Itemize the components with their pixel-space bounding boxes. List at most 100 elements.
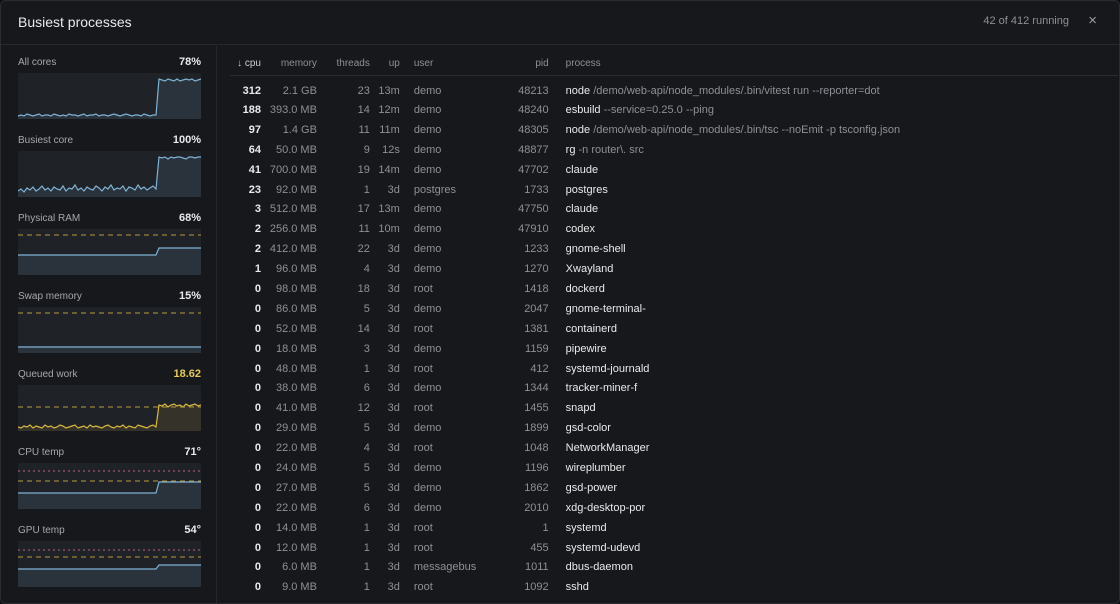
column-header-user[interactable]: user	[400, 58, 493, 75]
table-row[interactable]: 0 24.0 MB 5 3d demo 1196 wireplumber	[230, 458, 1118, 478]
close-icon[interactable]: ×	[1088, 13, 1097, 29]
metrics-sidebar: All cores 78% Busiest core 100% Physical RAM…	[1, 46, 217, 603]
column-header-up[interactable]: up	[370, 58, 400, 75]
table-row[interactable]: 1 96.0 MB 4 3d demo 1270 Xwayland	[230, 259, 1118, 279]
process-name: Xwayland	[565, 263, 614, 276]
table-row[interactable]: 0 29.0 MB 5 3d demo 1899 gsd-color	[230, 418, 1118, 438]
cell-threads: 14	[357, 322, 370, 335]
cell-up: 10m	[378, 223, 400, 236]
cell-threads: 5	[363, 461, 370, 474]
cell-threads: 11	[358, 223, 370, 236]
metric-value: 78%	[178, 56, 201, 68]
cell-pid: 48305	[518, 123, 549, 136]
cell-user: root	[413, 322, 433, 335]
cell-up: 3d	[387, 282, 400, 295]
table-row[interactable]: 41 700.0 MB 19 14m demo 47702 claude	[230, 160, 1118, 180]
cell-cpu: 0	[254, 561, 261, 574]
table-row[interactable]: 0 6.0 MB 1 3d messagebus 1011 dbus-daemon	[230, 557, 1118, 577]
process-name: rg	[565, 143, 576, 156]
cell-pid: 1418	[524, 282, 549, 295]
cell-process: node /demo/web-api/node_modules/.bin/vit…	[549, 75, 1118, 100]
cell-user: messagebus	[413, 561, 477, 574]
cell-threads: 12	[357, 402, 370, 415]
sparkline-chart	[18, 549, 201, 587]
cell-pid: 1196	[525, 461, 549, 474]
metric-label: Queued work	[18, 369, 78, 380]
cell-memory: 6.0 MB	[282, 561, 317, 574]
table-row[interactable]: 97 1.4 GB 11 11m demo 48305 node /demo/web-api…	[230, 120, 1118, 140]
cell-process: dbus-daemon	[549, 557, 1118, 577]
cell-memory: 256.0 MB	[269, 223, 317, 236]
column-header-memory[interactable]: memory	[261, 58, 317, 75]
table-row[interactable]: 2 412.0 MB 22 3d demo 1233 gnome-shell	[230, 239, 1118, 259]
cell-up: 14m	[378, 163, 400, 176]
cell-cpu: 0	[254, 302, 261, 315]
sparkline-chart	[18, 156, 201, 197]
cell-up: 3d	[387, 302, 400, 315]
sparkline-area	[18, 248, 201, 275]
table-row[interactable]: 0 18.0 MB 3 3d demo 1159 pipewire	[230, 339, 1118, 359]
cell-process: sshd	[549, 577, 1118, 597]
cell-memory: 48.0 MB	[275, 362, 317, 375]
cell-memory: 393.0 MB	[269, 103, 317, 116]
table-row[interactable]: 0 48.0 MB 1 3d root 412 systemd-journald	[230, 359, 1118, 379]
table-row[interactable]: 0 22.0 MB 6 3d demo 2010 xdg-desktop-por	[230, 498, 1118, 518]
table-row[interactable]: 312 2.1 GB 23 13m demo 48213 node /demo/web-ap…	[230, 75, 1118, 100]
cell-user: root	[413, 362, 433, 375]
table-row[interactable]: 188 393.0 MB 14 12m demo 48240 esbuild --servi…	[230, 100, 1118, 120]
cell-up: 3d	[387, 581, 400, 594]
table-row[interactable]: 0 52.0 MB 14 3d root 1381 containerd	[230, 319, 1118, 339]
cell-memory: 24.0 MB	[275, 461, 317, 474]
cell-up: 12m	[378, 103, 400, 116]
metric-value: 71°	[184, 446, 201, 458]
cell-process: xdg-desktop-por	[549, 498, 1118, 518]
process-name: wireplumber	[565, 461, 626, 474]
table-row[interactable]: 0 98.0 MB 18 3d root 1418 dockerd	[230, 279, 1118, 299]
process-name: dbus-daemon	[565, 561, 633, 574]
table-row[interactable]: 0 38.0 MB 6 3d demo 1344 tracker-miner-f	[230, 378, 1118, 398]
metric-sparkline	[18, 541, 201, 587]
table-row[interactable]: 2 256.0 MB 11 10m demo 47910 codex	[230, 219, 1118, 239]
column-header-process[interactable]: process	[549, 58, 1118, 75]
sparkline-area	[18, 404, 201, 431]
cell-threads: 17	[357, 203, 370, 216]
cell-pid: 1862	[524, 481, 549, 494]
process-name: esbuild	[565, 103, 601, 116]
table-row[interactable]: 0 41.0 MB 12 3d root 1455 snapd	[230, 398, 1118, 418]
cell-user: root	[413, 581, 433, 594]
process-name: claude	[565, 203, 599, 216]
cell-up: 3d	[387, 382, 400, 395]
column-header-threads[interactable]: threads	[317, 58, 370, 75]
cell-threads: 5	[363, 481, 370, 494]
cell-cpu: 41	[248, 163, 261, 176]
cell-user: demo	[413, 302, 442, 315]
cell-pid: 47750	[518, 203, 549, 216]
table-row[interactable]: 64 50.0 MB 9 12s demo 48877 rg -n router\. src	[230, 140, 1118, 160]
column-header-pid[interactable]: pid	[493, 58, 548, 75]
process-name: gsd-power	[565, 481, 618, 494]
table-row[interactable]: 0 14.0 MB 1 3d root 1 systemd	[230, 518, 1118, 538]
column-header-cpu[interactable]: ↓ cpu	[230, 58, 261, 75]
cell-user: demo	[413, 501, 442, 514]
table-row[interactable]: 0 9.0 MB 1 3d root 1092 sshd	[230, 577, 1118, 597]
metric-label: Physical RAM	[18, 213, 81, 224]
cell-pid: 455	[530, 541, 549, 554]
cell-threads: 22	[357, 243, 370, 256]
cell-user: demo	[413, 123, 442, 136]
cell-up: 3d	[387, 362, 400, 375]
cell-memory: 52.0 MB	[275, 322, 317, 335]
table-row[interactable]: 3 512.0 MB 17 13m demo 47750 claude	[230, 199, 1118, 219]
table-row[interactable]: 0 86.0 MB 5 3d demo 2047 gnome-terminal-	[230, 299, 1118, 319]
process-name: node	[565, 84, 591, 97]
cell-process: NetworkManager	[549, 438, 1118, 458]
process-table: ↓ cpu memory threads up user pid process…	[230, 58, 1118, 597]
metric-value: 68%	[178, 212, 201, 224]
table-row[interactable]: 23 92.0 MB 1 3d postgres 1733 postgres	[230, 180, 1118, 200]
cell-threads: 5	[363, 422, 370, 435]
sparkline-chart	[18, 312, 201, 353]
table-row[interactable]: 0 27.0 MB 5 3d demo 1862 gsd-power	[230, 478, 1118, 498]
cell-pid: 1	[542, 521, 549, 534]
table-row[interactable]: 0 12.0 MB 1 3d root 455 systemd-udevd	[230, 538, 1118, 558]
table-row[interactable]: 0 22.0 MB 4 3d root 1048 NetworkManager	[230, 438, 1118, 458]
process-name: gnome-terminal-	[565, 302, 646, 315]
